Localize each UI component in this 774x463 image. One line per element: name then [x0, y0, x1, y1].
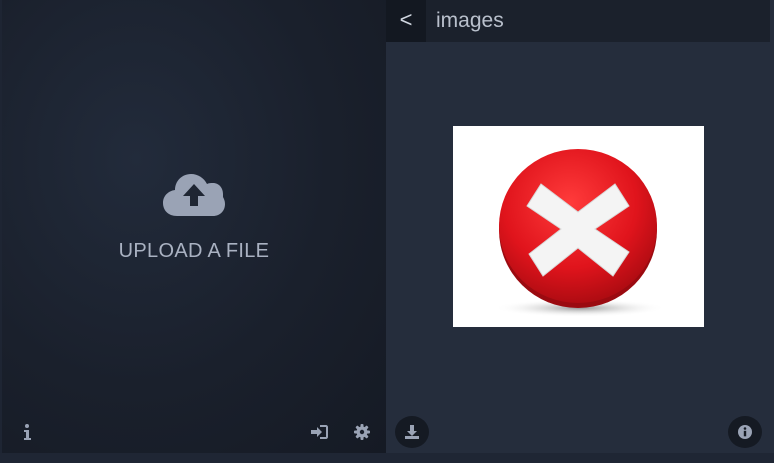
gear-icon[interactable]	[352, 422, 372, 442]
info-button[interactable]	[728, 416, 762, 448]
info-icon[interactable]	[20, 422, 40, 442]
upload-label: UPLOAD A FILE	[118, 240, 270, 262]
upload-pane: UPLOAD A FILE	[2, 0, 386, 453]
image-preview[interactable]	[453, 126, 704, 327]
upload-dropzone[interactable]: UPLOAD A FILE	[2, 170, 386, 263]
viewer-header: < images	[386, 0, 770, 42]
cloud-upload-icon	[163, 170, 225, 218]
download-icon	[405, 425, 419, 439]
back-button[interactable]: <	[386, 0, 426, 42]
bottom-strip	[0, 453, 774, 463]
info-circle-icon	[738, 425, 752, 439]
download-button[interactable]	[395, 416, 429, 448]
red-x-error-icon	[494, 149, 666, 317]
viewer-pane: < images	[386, 0, 774, 453]
sign-in-icon[interactable]	[310, 422, 330, 442]
app-window: UPLOAD A FILE < images	[0, 0, 774, 463]
viewer-title: images	[436, 9, 504, 32]
